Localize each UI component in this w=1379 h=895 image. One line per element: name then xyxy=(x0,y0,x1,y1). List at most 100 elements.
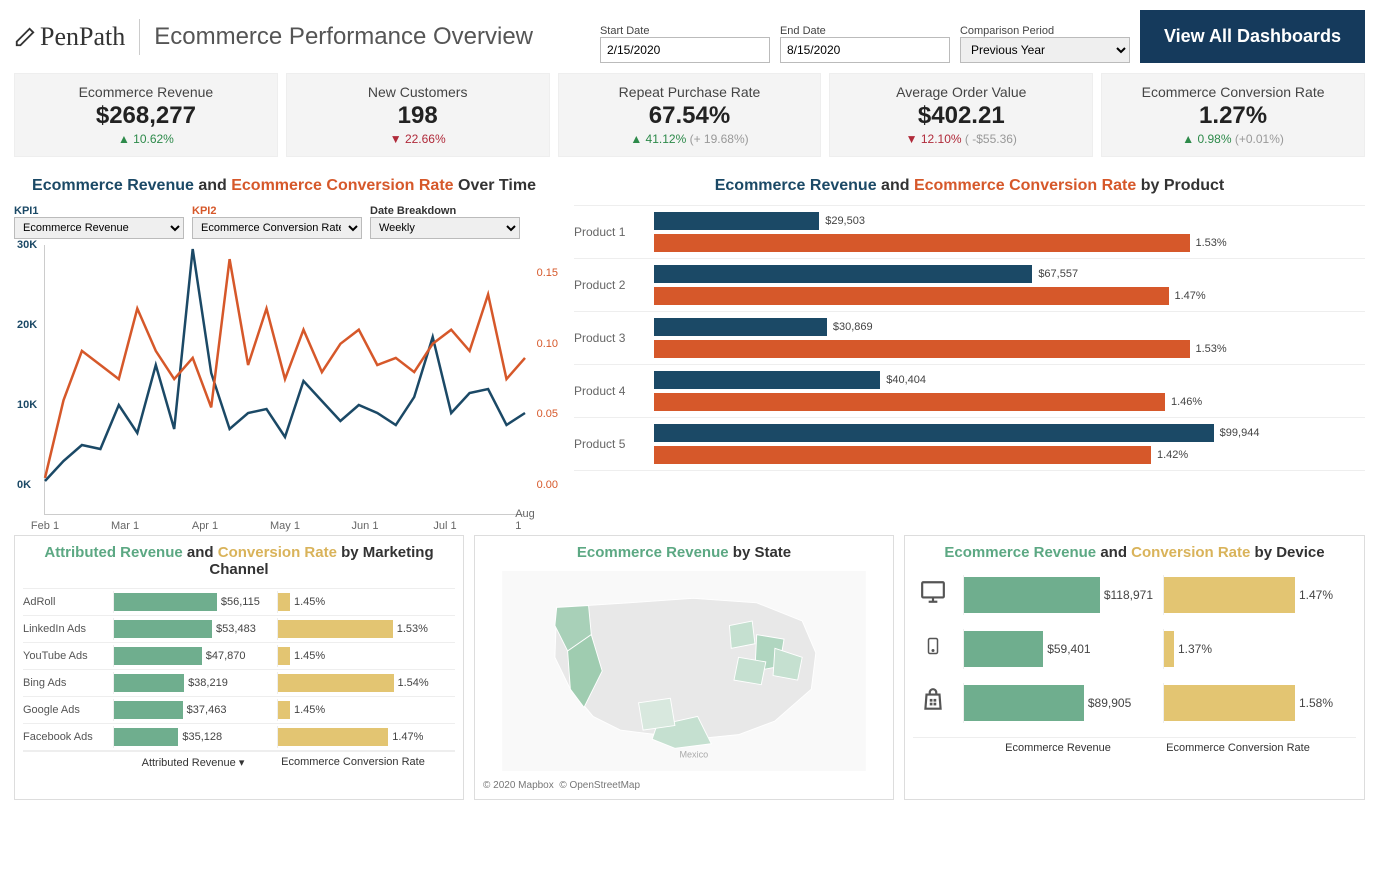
overtime-chart[interactable]: 30K20K10K0K0.150.100.050.00Feb 1Mar 1Apr… xyxy=(44,245,524,515)
kpi-row: Ecommerce Revenue $268,277 ▲ 10.62% New … xyxy=(14,73,1365,157)
cvr-label: 1.42% xyxy=(1157,449,1188,461)
kpi-title: Ecommerce Revenue xyxy=(19,84,273,100)
kpi1-select[interactable]: Ecommerce Revenue xyxy=(14,217,184,239)
start-date-input[interactable] xyxy=(600,37,770,63)
brand-logo: PenPath xyxy=(14,22,125,52)
device-revenue-bar xyxy=(964,577,1100,613)
y-left-tick: 10K xyxy=(17,399,37,411)
channel-row[interactable]: Bing Ads $38,219 1.54% xyxy=(23,669,455,696)
channel-cvr-label: 1.47% xyxy=(392,731,423,743)
device-row[interactable]: $118,971 1.47% xyxy=(913,575,1356,615)
channel-cvr-bar xyxy=(278,674,394,692)
channel-cvr-bar xyxy=(278,701,290,719)
revenue-label: $67,557 xyxy=(1038,268,1078,280)
kpi-title: New Customers xyxy=(291,84,545,100)
device-panel: Ecommerce Revenue and Conversion Rate by… xyxy=(904,535,1365,800)
channel-row[interactable]: LinkedIn Ads $53,483 1.53% xyxy=(23,615,455,642)
state-title: Ecommerce Revenue by State xyxy=(483,544,885,561)
overtime-title: Ecommerce Revenue and Ecommerce Conversi… xyxy=(14,177,554,195)
product-row[interactable]: Product 4 $40,404 1.46% xyxy=(574,364,1365,417)
bottom-row: Attributed Revenue and Conversion Rate b… xyxy=(14,535,1365,800)
y-right-tick: 0.10 xyxy=(537,338,558,350)
y-left-tick: 30K xyxy=(17,239,37,251)
channel-revenue-bar xyxy=(114,728,178,746)
kpi-value: 1.27% xyxy=(1106,102,1360,130)
view-all-button[interactable]: View All Dashboards xyxy=(1140,10,1365,63)
channel-revenue-label: $47,870 xyxy=(206,650,246,662)
vertical-divider xyxy=(139,19,140,55)
kpi-card[interactable]: New Customers 198 ▼ 22.66% xyxy=(286,73,550,157)
mid-row: Ecommerce Revenue and Ecommerce Conversi… xyxy=(14,177,1365,515)
sort-desc-icon: ▾ xyxy=(239,757,245,769)
channel-revenue-label: $38,219 xyxy=(188,677,228,689)
channel-revenue-label: $35,128 xyxy=(182,731,222,743)
kpi-value: $402.21 xyxy=(834,102,1088,130)
brand-name: PenPath xyxy=(40,22,125,52)
revenue-bar xyxy=(654,424,1214,442)
filter-bar: Start Date End Date Comparison Period Pr… xyxy=(600,10,1365,63)
cvr-bar xyxy=(654,234,1190,252)
kpi-change: ▼ 22.66% xyxy=(291,132,545,146)
cvr-label: 1.53% xyxy=(1196,237,1227,249)
channel-label: AdRoll xyxy=(23,596,113,608)
kpi-change: ▼ 12.10% ( -$55.36) xyxy=(834,132,1088,146)
kpi-card[interactable]: Ecommerce Conversion Rate 1.27% ▲ 0.98% … xyxy=(1101,73,1365,157)
us-map[interactable]: Mexico xyxy=(483,571,885,771)
end-date-label: End Date xyxy=(780,25,950,37)
channel-label: LinkedIn Ads xyxy=(23,623,113,635)
device-cvr-bar xyxy=(1164,577,1295,613)
channel-footer: Attributed Revenue ▾ Ecommerce Conversio… xyxy=(23,751,455,769)
kpi-card[interactable]: Ecommerce Revenue $268,277 ▲ 10.62% xyxy=(14,73,278,157)
start-date-label: Start Date xyxy=(600,25,770,37)
product-row[interactable]: Product 5 $99,944 1.42% xyxy=(574,417,1365,471)
cvr-bar xyxy=(654,287,1169,305)
kpi-title: Average Order Value xyxy=(834,84,1088,100)
end-date-input[interactable] xyxy=(780,37,950,63)
y-left-tick: 0K xyxy=(17,479,31,491)
channel-label: YouTube Ads xyxy=(23,650,113,662)
cvr-bar xyxy=(654,446,1151,464)
cvr-bar xyxy=(654,340,1190,358)
channel-revenue-bar xyxy=(114,593,217,611)
kpi-card[interactable]: Repeat Purchase Rate 67.54% ▲ 41.12% (+ … xyxy=(558,73,822,157)
channel-cvr-label: 1.54% xyxy=(398,677,429,689)
channel-cvr-label: 1.45% xyxy=(294,650,325,662)
channel-row[interactable]: AdRoll $56,115 1.45% xyxy=(23,588,455,615)
kpi-value: $268,277 xyxy=(19,102,273,130)
date-breakdown-select[interactable]: Weekly xyxy=(370,217,520,239)
channel-row[interactable]: Google Ads $37,463 1.45% xyxy=(23,696,455,723)
channel-revenue-bar xyxy=(114,620,212,638)
comparison-select[interactable]: Previous Year xyxy=(960,37,1130,63)
device-row[interactable]: $89,905 1.58% xyxy=(913,683,1356,723)
product-row[interactable]: Product 2 $67,557 1.47% xyxy=(574,258,1365,311)
device-revenue-label: $118,971 xyxy=(1104,588,1153,602)
product-chart: Product 1 $29,503 1.53% Product 2 $67,55… xyxy=(574,205,1365,471)
x-tick: Apr 1 xyxy=(192,520,218,532)
channel-label: Facebook Ads xyxy=(23,731,113,743)
x-tick: May 1 xyxy=(270,520,300,532)
kpi-change: ▲ 10.62% xyxy=(19,132,273,146)
device-row[interactable]: $59,401 1.37% xyxy=(913,629,1356,669)
kpi-change: ▲ 41.12% (+ 19.68%) xyxy=(563,132,817,146)
kpi-title: Repeat Purchase Rate xyxy=(563,84,817,100)
cvr-label: 1.46% xyxy=(1171,396,1202,408)
channel-row[interactable]: Facebook Ads $35,128 1.47% xyxy=(23,723,455,751)
product-row[interactable]: Product 1 $29,503 1.53% xyxy=(574,205,1365,258)
channel-cvr-bar xyxy=(278,647,290,665)
x-tick: Aug 1 xyxy=(515,508,535,532)
channel-label: Bing Ads xyxy=(23,677,113,689)
channel-revenue-label: $56,115 xyxy=(221,596,260,608)
comparison-group: Comparison Period Previous Year xyxy=(960,25,1130,63)
desktop-icon xyxy=(913,579,953,612)
product-row[interactable]: Product 3 $30,869 1.53% xyxy=(574,311,1365,364)
kpi2-select[interactable]: Ecommerce Conversion Rate xyxy=(192,217,362,239)
revenue-label: $29,503 xyxy=(825,215,865,227)
revenue-bar xyxy=(654,212,819,230)
kpi1-group: KPI1 Ecommerce Revenue xyxy=(14,205,184,239)
product-title: Ecommerce Revenue and Ecommerce Conversi… xyxy=(574,177,1365,195)
mobile-icon xyxy=(913,632,953,667)
x-tick: Jun 1 xyxy=(352,520,379,532)
channel-row[interactable]: YouTube Ads $47,870 1.45% xyxy=(23,642,455,669)
kpi-card[interactable]: Average Order Value $402.21 ▼ 12.10% ( -… xyxy=(829,73,1093,157)
product-label: Product 5 xyxy=(574,437,654,451)
